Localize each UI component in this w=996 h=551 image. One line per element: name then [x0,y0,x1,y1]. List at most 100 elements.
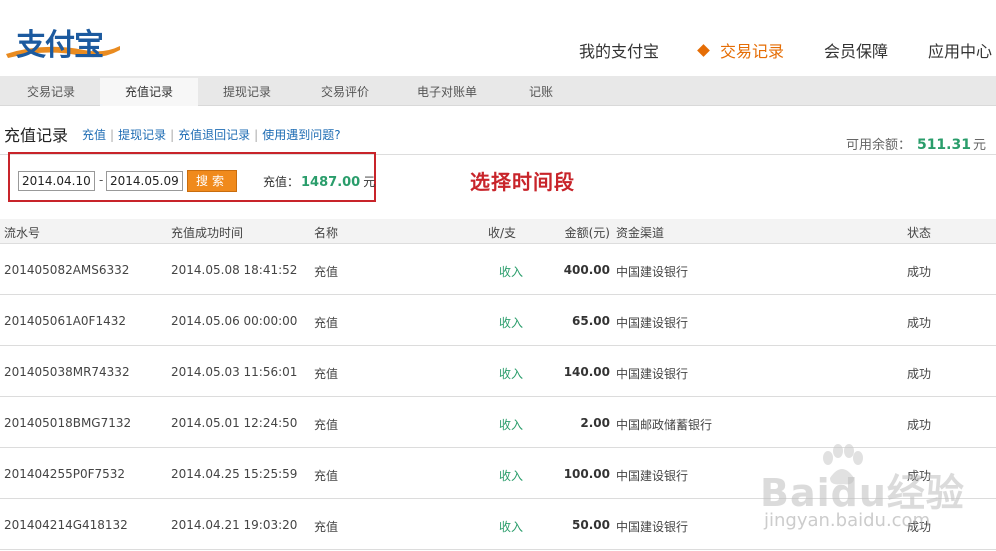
cell-time: 2014.04.25 15:25:59 [171,467,298,481]
recharge-unit: 元 [363,175,376,189]
annotation-text: 选择时间段 [470,170,575,194]
header: 支付宝 我的支付宝 交易记录 会员保障 应用中心 [0,0,996,76]
cell-amount: 2.00 [580,416,610,430]
balance-unit: 元 [972,138,986,153]
cell-time: 2014.05.01 12:24:50 [171,416,298,430]
title-links: 充值 | 提现记录 | 充值退回记录 | 使用遇到问题? [82,126,341,143]
cell-direction: 收入 [499,418,524,432]
logo-text: 支付宝 [16,28,104,63]
link-separator: | [254,128,259,142]
tab-trade-reviews[interactable]: 交易评价 [296,78,394,106]
balance-value: 511.31 [916,137,971,153]
nav-label: 我的支付宝 [578,42,659,61]
link-separator: | [170,128,175,142]
cell-time: 2014.04.21 19:03:20 [171,518,298,532]
cell-name: 充值 [314,520,339,534]
nav-label: 交易记录 [719,42,784,61]
cell-serial: 201404255P0F7532 [4,467,126,481]
date-separator: - [99,173,104,187]
nav-transactions[interactable]: 交易记录 [697,38,784,62]
tab-e-statement[interactable]: 电子对账单 [398,78,496,106]
cell-channel: 中国建设银行 [616,520,689,534]
tab-recharge-records[interactable]: 充值记录 [100,78,198,106]
cell-direction: 收入 [499,367,524,381]
page-title: 充值记录 [4,126,69,145]
cell-channel: 中国建设银行 [616,265,689,279]
balance-label: 可用余额： [845,138,911,153]
nav-label: 应用中心 [927,42,992,61]
recharge-total-value: 1487.00 [301,175,361,190]
cell-serial: 201405018BMG7132 [4,416,132,430]
nav-app-center[interactable]: 应用中心 [928,38,992,62]
link-help[interactable]: 使用遇到问题? [262,128,340,142]
cell-status: 成功 [907,418,932,432]
cell-amount: 400.00 [563,263,610,277]
cell-amount: 140.00 [563,365,610,379]
cell-status: 成功 [907,265,932,279]
tab-bookkeeping[interactable]: 记账 [492,78,590,106]
sub-nav: 交易记录 充值记录 提现记录 交易评价 电子对账单 记账 [0,76,996,106]
cell-status: 成功 [907,520,932,534]
search-button[interactable]: 搜索 [187,170,237,192]
date-filter-box: - 搜索 充值：1487.00元 [8,152,376,202]
header-serial: 流水号 [4,226,41,240]
main-nav: 我的支付宝 交易记录 会员保障 应用中心 [539,36,996,64]
start-date-input[interactable] [18,171,95,191]
tab-transactions[interactable]: 交易记录 [2,78,100,106]
recharge-total: 充值： 1487.00 元 [263,173,375,190]
cell-time: 2014.05.06 00:00:00 [171,314,298,328]
table-row[interactable]: 201405061A0F1432 2014.05.06 00:00:00 充值 … [0,295,996,346]
cell-name: 充值 [314,367,339,381]
cell-time: 2014.05.08 18:41:52 [171,263,298,277]
cell-name: 充值 [314,418,339,432]
header-name: 名称 [314,226,339,240]
cell-channel: 中国建设银行 [616,316,689,330]
cell-direction: 收入 [499,469,524,483]
table-row[interactable]: 201405018BMG7132 2014.05.01 12:24:50 充值 … [0,397,996,448]
link-withdraw-records[interactable]: 提现记录 [118,128,166,142]
cell-direction: 收入 [499,316,524,330]
link-separator: | [110,128,115,142]
header-channel: 资金渠道 [616,226,665,240]
cell-status: 成功 [907,316,932,330]
cell-serial: 201405082AMS6332 [4,263,130,277]
table-row[interactable]: 201405082AMS6332 2014.05.08 18:41:52 充值 … [0,244,996,295]
cell-serial: 201404214G418132 [4,518,128,532]
cell-serial: 201405061A0F1432 [4,314,126,328]
header-amount: 金额(元) [564,226,610,240]
cell-status: 成功 [907,367,932,381]
link-recharge[interactable]: 充值 [82,128,106,142]
recharge-table: 流水号 充值成功时间 名称 收/支 金额(元) 资金渠道 状态 20140508… [0,219,996,550]
table-row[interactable]: 201404214G418132 2014.04.21 19:03:20 充值 … [0,499,996,550]
tab-withdraw-records[interactable]: 提现记录 [198,78,296,106]
cell-name: 充值 [314,265,339,279]
nav-label: 会员保障 [823,42,888,61]
cell-time: 2014.05.03 11:56:01 [171,365,298,379]
cell-name: 充值 [314,469,339,483]
available-balance: 可用余额： 511.31 元 [846,134,986,153]
recharge-label: 充值： [263,175,300,189]
cell-amount: 50.00 [572,518,610,532]
cell-channel: 中国建设银行 [616,469,689,483]
table-row[interactable]: 201405038MR74332 2014.05.03 11:56:01 充值 … [0,346,996,397]
table-header: 流水号 充值成功时间 名称 收/支 金额(元) 资金渠道 状态 [0,219,996,244]
cell-amount: 65.00 [572,314,610,328]
header-time: 充值成功时间 [171,226,244,240]
cell-direction: 收入 [499,265,524,279]
header-direction: 收/支 [488,226,517,240]
cell-direction: 收入 [499,520,524,534]
header-status: 状态 [907,226,932,240]
active-diamond-icon [697,43,710,57]
end-date-input[interactable] [106,171,183,191]
cell-name: 充值 [314,316,339,330]
cell-status: 成功 [907,469,932,483]
nav-my-alipay[interactable]: 我的支付宝 [579,38,659,62]
cell-amount: 100.00 [563,467,610,481]
nav-member-protection[interactable]: 会员保障 [824,38,888,62]
cell-channel: 中国邮政储蓄银行 [616,418,713,432]
table-row[interactable]: 201404255P0F7532 2014.04.25 15:25:59 充值 … [0,448,996,499]
cell-serial: 201405038MR74332 [4,365,130,379]
alipay-logo[interactable]: 支付宝 [4,18,124,63]
cell-channel: 中国建设银行 [616,367,689,381]
link-refund-records[interactable]: 充值退回记录 [178,128,250,142]
